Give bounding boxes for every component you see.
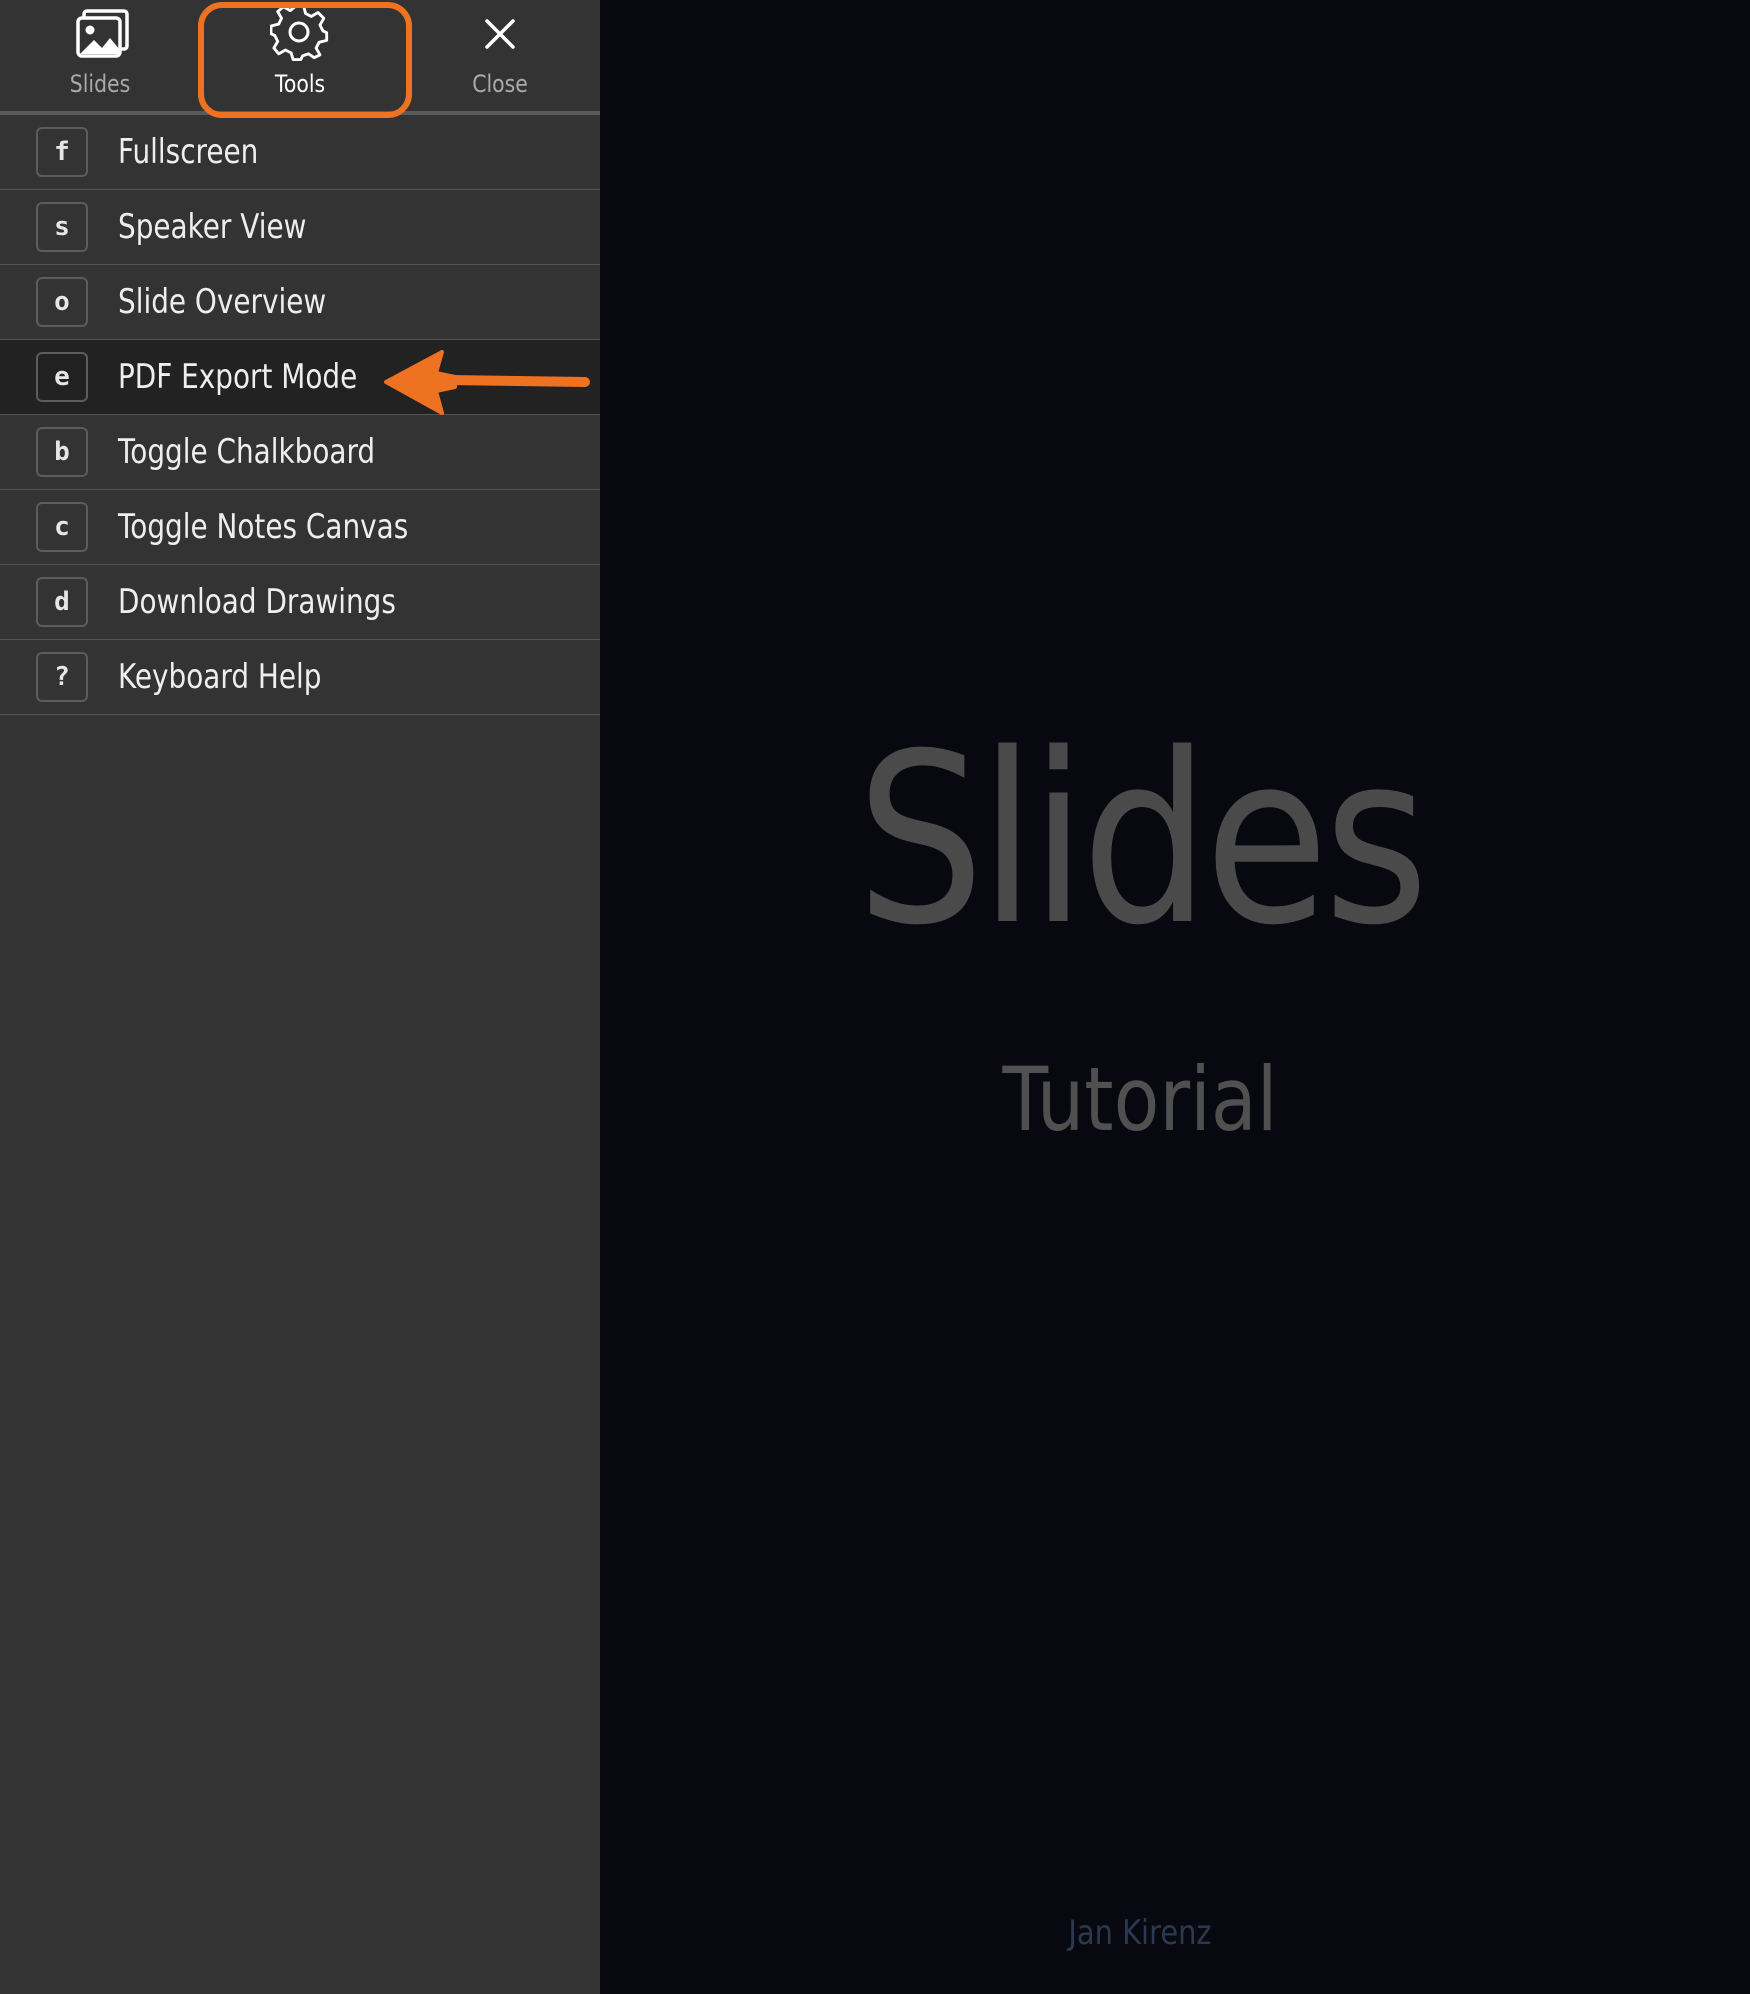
close-icon: [485, 19, 515, 49]
tools-menu-list: f Fullscreen s Speaker View o Slide Over…: [0, 115, 600, 715]
shortcut-key: ?: [36, 652, 88, 702]
menu-item-label: Toggle Chalkboard: [118, 432, 376, 472]
menu-item-fullscreen[interactable]: f Fullscreen: [0, 115, 600, 190]
slides-tab-button[interactable]: Slides: [0, 0, 200, 111]
shortcut-key: d: [36, 577, 88, 627]
menu-item-label: Slide Overview: [118, 282, 327, 322]
menu-item-label: Download Drawings: [118, 582, 396, 622]
shortcut-key: c: [36, 502, 88, 552]
shortcut-key: e: [36, 352, 88, 402]
shortcut-key: f: [36, 127, 88, 177]
slides-tab-label: Slides: [69, 70, 131, 98]
tools-tab-label: Tools: [274, 70, 326, 98]
menu-toolbar: Slides Tools Close: [0, 0, 600, 118]
shortcut-key: b: [36, 427, 88, 477]
menu-item-label: PDF Export Mode: [118, 357, 358, 397]
shortcut-key: o: [36, 277, 88, 327]
menu-item-speaker-view[interactable]: s Speaker View: [0, 190, 600, 265]
menu-item-keyboard-help[interactable]: ? Keyboard Help: [0, 640, 600, 715]
menu-item-label: Toggle Notes Canvas: [118, 507, 409, 547]
gear-icon: [270, 4, 329, 62]
tools-tab-button[interactable]: Tools: [200, 0, 400, 111]
menu-item-toggle-notes-canvas[interactable]: c Toggle Notes Canvas: [0, 490, 600, 565]
menu-item-pdf-export-mode[interactable]: e PDF Export Mode: [0, 340, 600, 415]
menu-item-label: Speaker View: [118, 207, 307, 247]
menu-item-download-drawings[interactable]: d Download Drawings: [0, 565, 600, 640]
menu-item-slide-overview[interactable]: o Slide Overview: [0, 265, 600, 340]
slide-title: Slides: [856, 704, 1429, 977]
menu-item-label: Fullscreen: [118, 132, 259, 172]
slide-menu-panel: Slides Tools Close f Fullscreen s Speake…: [0, 0, 600, 1994]
menu-item-toggle-chalkboard[interactable]: b Toggle Chalkboard: [0, 415, 600, 490]
image-icon: [76, 9, 129, 58]
close-button[interactable]: Close: [400, 0, 600, 111]
shortcut-key: s: [36, 202, 88, 252]
slide-author: Jan Kirenz: [1068, 1913, 1212, 1953]
close-label: Close: [472, 70, 528, 98]
slide: Slides Tutorial Jan Kirenz: [600, 0, 1750, 1994]
slide-subtitle: Tutorial: [1002, 1048, 1278, 1151]
menu-item-label: Keyboard Help: [118, 657, 322, 697]
